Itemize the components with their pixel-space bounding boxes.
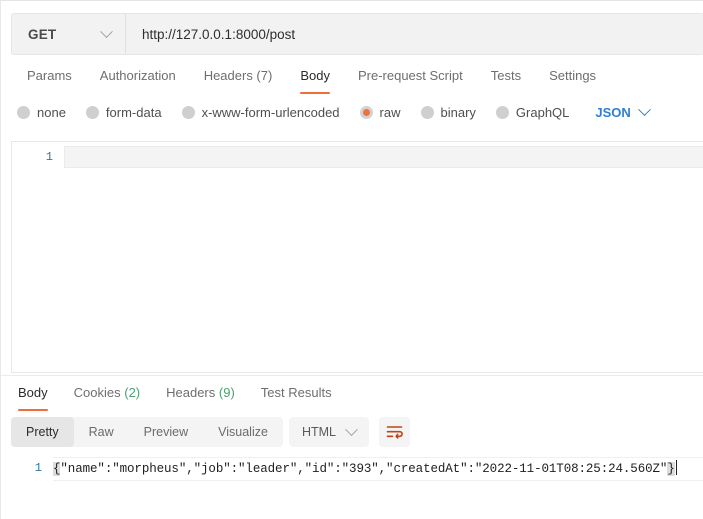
view-mode-label: Preview: [144, 425, 188, 439]
raw-format-label: JSON: [595, 105, 630, 120]
response-tab-cookies[interactable]: Cookies (2): [61, 381, 153, 411]
http-method-dropdown[interactable]: GET: [12, 14, 126, 54]
chevron-down-icon: [100, 25, 113, 38]
tab-label: Settings: [549, 68, 596, 83]
view-mode-label: Visualize: [218, 425, 268, 439]
body-type-label: form-data: [106, 105, 162, 120]
response-body-code[interactable]: {"name":"morpheus","job":"leader","id":"…: [53, 457, 703, 481]
tab-label: Headers: [166, 385, 215, 400]
text-cursor: [676, 460, 677, 475]
raw-format-dropdown[interactable]: JSON: [595, 105, 648, 120]
response-tab-bar: Body Cookies (2) Headers (9) Test Result…: [5, 381, 345, 411]
view-mode-pretty[interactable]: Pretty: [11, 417, 74, 447]
body-type-label: binary: [441, 105, 476, 120]
tab-label: Body: [18, 385, 48, 400]
tab-label: Cookies: [74, 385, 121, 400]
body-type-graphql[interactable]: GraphQL: [496, 105, 569, 120]
http-method-label: GET: [28, 27, 56, 42]
body-type-form-data[interactable]: form-data: [86, 105, 162, 120]
radio-icon: [496, 106, 509, 119]
request-tab-settings[interactable]: Settings: [535, 64, 610, 94]
radio-icon: [17, 106, 30, 119]
response-json-text: "name":"morpheus","job":"leader","id":"3…: [60, 462, 667, 476]
word-wrap-toggle-button[interactable]: [379, 417, 410, 447]
body-type-label: raw: [380, 105, 401, 120]
chevron-down-icon: [638, 103, 651, 116]
view-mode-label: Raw: [89, 425, 114, 439]
radio-selected-icon: [360, 106, 373, 119]
response-view-mode-group: Pretty Raw Preview Visualize: [11, 417, 283, 447]
request-tab-pre-request-script[interactable]: Pre-request Script: [344, 64, 477, 94]
response-body-line: 1 {"name":"morpheus","job":"leader","id"…: [1, 457, 703, 479]
chevron-down-icon: [345, 423, 358, 436]
editor-active-line[interactable]: [64, 146, 703, 168]
view-mode-raw[interactable]: Raw: [74, 417, 129, 447]
tab-label: Pre-request Script: [358, 68, 463, 83]
radio-icon: [421, 106, 434, 119]
body-type-binary[interactable]: binary: [421, 105, 476, 120]
response-tab-headers[interactable]: Headers (9): [153, 381, 248, 411]
editor-line-number: 1: [12, 146, 64, 168]
close-brace: }: [667, 462, 674, 476]
word-wrap-icon: [386, 425, 403, 439]
editor-line: 1: [12, 146, 703, 168]
tab-count: (2): [124, 385, 140, 400]
tab-label: Tests: [491, 68, 521, 83]
tab-label: Headers (7): [204, 68, 273, 83]
tab-label: Params: [27, 68, 72, 83]
request-tab-tests[interactable]: Tests: [477, 64, 535, 94]
request-tab-headers[interactable]: Headers (7): [190, 64, 287, 94]
url-input[interactable]: [126, 14, 703, 54]
request-tab-bar: Params Authorization Headers (7) Body Pr…: [13, 64, 610, 94]
tab-label: Authorization: [100, 68, 176, 83]
tab-count: (9): [219, 385, 235, 400]
response-view-toolbar: Pretty Raw Preview Visualize HTML: [11, 417, 410, 447]
radio-icon: [86, 106, 99, 119]
response-format-dropdown[interactable]: HTML: [289, 417, 369, 447]
request-tab-authorization[interactable]: Authorization: [86, 64, 190, 94]
radio-icon: [182, 106, 195, 119]
response-line-number: 1: [1, 457, 53, 479]
request-tab-body[interactable]: Body: [286, 64, 344, 94]
body-type-label: none: [37, 105, 66, 120]
request-tab-params[interactable]: Params: [13, 64, 86, 94]
response-tab-test-results[interactable]: Test Results: [248, 381, 345, 411]
view-mode-preview[interactable]: Preview: [129, 417, 203, 447]
body-type-raw[interactable]: raw: [360, 105, 401, 120]
url-bar: GET: [11, 13, 703, 55]
response-format-label: HTML: [302, 425, 336, 439]
view-mode-visualize[interactable]: Visualize: [203, 417, 283, 447]
body-type-label: GraphQL: [516, 105, 569, 120]
body-type-x-www-form-urlencoded[interactable]: x-www-form-urlencoded: [182, 105, 340, 120]
tab-label: Body: [300, 68, 330, 83]
body-type-radio-group: none form-data x-www-form-urlencoded raw…: [17, 105, 649, 120]
response-body-viewer[interactable]: 1 {"name":"morpheus","job":"leader","id"…: [1, 457, 703, 519]
body-type-label: x-www-form-urlencoded: [202, 105, 340, 120]
body-type-none[interactable]: none: [17, 105, 66, 120]
postman-request-response-pane: GET Params Authorization Headers (7) Bod…: [0, 0, 703, 519]
tab-label: Test Results: [261, 385, 332, 400]
view-mode-label: Pretty: [26, 425, 59, 439]
request-body-editor[interactable]: 1: [11, 141, 703, 373]
response-section-divider: [1, 375, 703, 376]
response-tab-body[interactable]: Body: [5, 381, 61, 411]
